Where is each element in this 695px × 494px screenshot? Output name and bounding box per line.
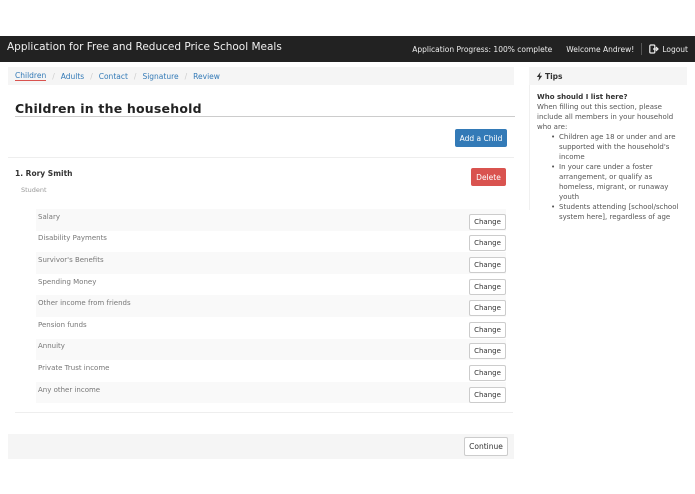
breadcrumb: Children / Adults / Contact / Signature … xyxy=(8,67,514,85)
tips-title: Tips xyxy=(545,71,563,81)
tips-panel: Tips Who should I list here? When fillin… xyxy=(529,67,687,221)
income-label: Spending Money xyxy=(38,277,97,286)
change-disability-button[interactable]: Change xyxy=(469,235,506,252)
income-row-salary: Salary Change xyxy=(36,209,506,231)
child-name: 1. Rory Smith xyxy=(15,169,73,178)
main-panel: Children / Adults / Contact / Signature … xyxy=(8,67,515,459)
change-trust-button[interactable]: Change xyxy=(469,364,506,381)
income-label: Other income from friends xyxy=(38,299,131,308)
bolt-icon xyxy=(536,71,543,81)
change-other-button[interactable]: Change xyxy=(469,386,506,403)
page-title: Children in the household xyxy=(15,101,202,116)
income-label: Disability Payments xyxy=(38,234,107,243)
logout-link[interactable]: Logout xyxy=(649,44,688,54)
tips-list: Children age 18 or under and are support… xyxy=(537,132,687,222)
income-list: Salary Change Disability Payments Change… xyxy=(36,209,506,404)
income-row-pension: Pension funds Change xyxy=(36,317,506,339)
tips-intro: When filling out this section, please in… xyxy=(537,103,674,131)
income-label: Survivor's Benefits xyxy=(38,255,104,264)
income-row-survivor: Survivor's Benefits Change xyxy=(36,252,506,274)
navbar-right: Application Progress: 100% complete Welc… xyxy=(412,36,688,62)
tips-list-item: In your care under a foster arrangement,… xyxy=(551,162,687,202)
continue-button[interactable]: Continue xyxy=(464,437,508,456)
change-spending-button[interactable]: Change xyxy=(469,278,506,295)
change-survivor-button[interactable]: Change xyxy=(469,256,506,273)
child-role: Student xyxy=(21,186,47,194)
change-salary-button[interactable]: Change xyxy=(469,213,506,230)
app-title: Application for Free and Reduced Price S… xyxy=(7,41,282,53)
breadcrumb-adults[interactable]: Adults xyxy=(61,72,84,81)
delete-child-button[interactable]: Delete xyxy=(471,168,506,186)
income-label: Salary xyxy=(38,212,60,221)
title-divider xyxy=(15,116,515,117)
breadcrumb-contact[interactable]: Contact xyxy=(99,72,128,81)
tips-list-item: Students attending [school/school system… xyxy=(551,202,687,222)
breadcrumb-separator: / xyxy=(90,71,93,81)
tips-body: Who should I list here? When filling out… xyxy=(529,85,687,221)
child-entry: 1. Rory Smith Student Delete Salary Chan… xyxy=(8,157,514,404)
breadcrumb-separator: / xyxy=(52,71,55,81)
income-row-friends: Other income from friends Change xyxy=(36,295,506,317)
breadcrumb-separator: / xyxy=(184,71,188,81)
income-label: Pension funds xyxy=(38,320,87,329)
welcome-message: Welcome Andrew! xyxy=(566,44,635,54)
change-friends-button[interactable]: Change xyxy=(469,300,506,317)
add-child-button[interactable]: Add a Child xyxy=(455,129,507,147)
income-label: Private Trust income xyxy=(38,363,110,372)
breadcrumb-signature[interactable]: Signature xyxy=(142,72,178,81)
change-annuity-button[interactable]: Change xyxy=(469,343,506,360)
breadcrumb-children[interactable]: Children xyxy=(15,71,47,81)
breadcrumb-review[interactable]: Review xyxy=(193,72,220,81)
income-row-trust: Private Trust income Change xyxy=(36,360,506,382)
tips-list-item: Children age 18 or under and are support… xyxy=(551,132,687,162)
top-navbar: Application for Free and Reduced Price S… xyxy=(0,36,695,62)
change-pension-button[interactable]: Change xyxy=(469,321,506,338)
logout-label: Logout xyxy=(662,44,688,54)
navbar-divider xyxy=(641,43,643,55)
income-row-other: Any other income Change xyxy=(36,381,506,404)
section-divider xyxy=(15,412,513,413)
income-label: Annuity xyxy=(38,342,65,351)
tips-question: Who should I list here? xyxy=(537,93,628,101)
income-row-annuity: Annuity Change xyxy=(36,338,506,361)
income-row-disability: Disability Payments Change xyxy=(36,231,506,253)
form-footer: Continue xyxy=(8,434,514,459)
tips-header: Tips xyxy=(529,67,687,85)
progress-status: Application Progress: 100% complete xyxy=(412,44,553,54)
logout-icon xyxy=(649,44,660,54)
breadcrumb-separator: / xyxy=(133,71,137,81)
income-row-spending: Spending Money Change xyxy=(36,274,506,296)
income-label: Any other income xyxy=(38,385,101,394)
